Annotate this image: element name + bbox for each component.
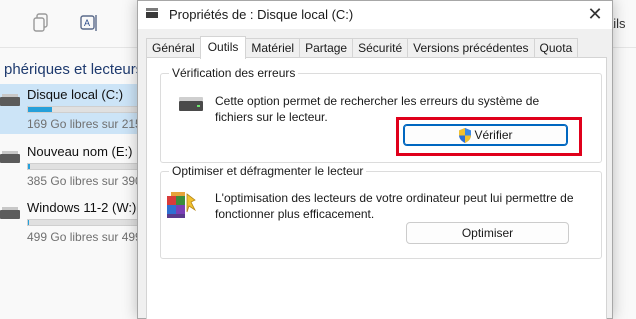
drive-icon bbox=[0, 207, 20, 219]
drive-item-c[interactable]: Disque local (C:) 169 Go libres sur 215 bbox=[0, 84, 142, 134]
devices-section-title: phériques et lecteurs bbox=[4, 61, 144, 78]
svg-text:A: A bbox=[84, 18, 90, 28]
drive-name: Disque local (C:) bbox=[27, 87, 124, 102]
highlight-box bbox=[396, 117, 582, 156]
optimize-description: L'optimisation des lecteurs de votre ord… bbox=[215, 191, 574, 221]
drive-name: Nouveau nom (E:) bbox=[27, 144, 133, 159]
hard-drive-icon bbox=[179, 97, 203, 111]
drive-free-space: 169 Go libres sur 215 bbox=[27, 117, 142, 131]
tab-general[interactable]: Général bbox=[146, 38, 201, 58]
optimize-button[interactable]: Optimiser bbox=[406, 222, 569, 244]
optimize-button-label: Optimiser bbox=[461, 226, 514, 240]
tab-tools[interactable]: Outils bbox=[199, 36, 247, 59]
tab-strip: Général Outils Matériel Partage Sécurité… bbox=[146, 36, 579, 59]
tab-security[interactable]: Sécurité bbox=[352, 38, 409, 58]
tab-previous-versions[interactable]: Versions précédentes bbox=[407, 38, 535, 58]
drive-usage-bar bbox=[27, 219, 142, 226]
drive-properties-icon bbox=[146, 8, 158, 18]
drive-icon bbox=[0, 94, 20, 106]
drive-free-space: 385 Go libres sur 390 bbox=[27, 174, 142, 188]
defrag-icon bbox=[165, 190, 197, 220]
dialog-titlebar[interactable]: Propriétés de : Disque local (C:) ✕ bbox=[138, 1, 612, 29]
drive-name: Windows 11-2 (W:) bbox=[27, 200, 137, 215]
error-check-legend: Vérification des erreurs bbox=[169, 66, 299, 80]
rename-icon[interactable]: A bbox=[80, 13, 100, 35]
dialog-title: Propriétés de : Disque local (C:) bbox=[169, 7, 354, 22]
drive-usage-bar bbox=[27, 163, 142, 170]
tab-hardware[interactable]: Matériel bbox=[245, 38, 301, 58]
close-button[interactable]: ✕ bbox=[578, 1, 612, 29]
tab-quota[interactable]: Quota bbox=[533, 38, 579, 58]
tab-sharing[interactable]: Partage bbox=[299, 38, 354, 58]
copy-icon[interactable] bbox=[31, 13, 51, 35]
drive-usage-bar bbox=[27, 106, 142, 113]
drive-item-w[interactable]: Windows 11-2 (W:) 499 Go libres sur 499 bbox=[0, 197, 142, 247]
optimize-legend: Optimiser et défragmenter le lecteur bbox=[169, 164, 367, 178]
drive-item-e[interactable]: Nouveau nom (E:) 385 Go libres sur 390 bbox=[0, 141, 142, 191]
drive-icon bbox=[0, 151, 20, 163]
drive-free-space: 499 Go libres sur 499 bbox=[27, 230, 142, 244]
